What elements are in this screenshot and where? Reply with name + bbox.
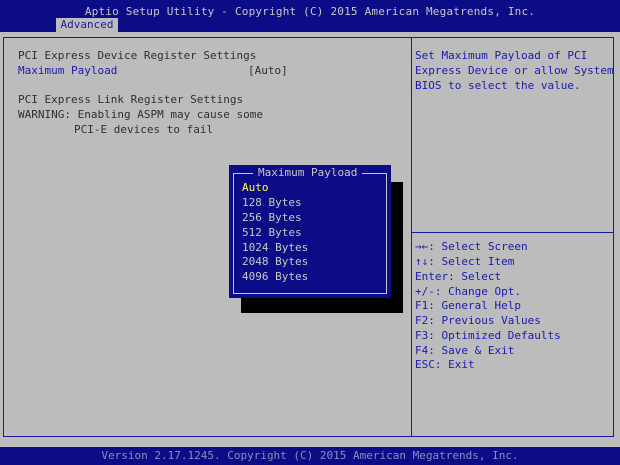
key-optimized-defaults: F3: Optimized Defaults	[415, 329, 561, 342]
option-2048-bytes[interactable]: 2048 Bytes	[242, 255, 308, 268]
option-auto[interactable]: Auto	[242, 181, 269, 194]
panel-divider	[411, 37, 412, 437]
title-bar: Aptio Setup Utility - Copyright (C) 2015…	[0, 0, 620, 32]
key-change-opt: +/-: Change Opt.	[415, 285, 521, 298]
key-select-item: ↑↓: Select Item	[415, 255, 515, 268]
key-esc-exit: ESC: Exit	[415, 358, 475, 371]
key-previous-values: F2: Previous Values	[415, 314, 541, 327]
key-general-help: F1: General Help	[415, 299, 521, 312]
aspm-warning-line-2: PCI-E devices to fail	[74, 123, 214, 136]
option-1024-bytes[interactable]: 1024 Bytes	[242, 241, 308, 254]
key-select-screen: →←: Select Screen	[415, 240, 528, 253]
key-enter-select: Enter: Select	[415, 270, 502, 283]
help-text-line-1: Set Maximum Payload of PCI	[415, 49, 588, 62]
app-title: Aptio Setup Utility - Copyright (C) 2015…	[84, 5, 536, 18]
maximum-payload-label[interactable]: Maximum Payload	[18, 64, 117, 77]
key-save-exit: F4: Save & Exit	[415, 344, 515, 357]
option-128-bytes[interactable]: 128 Bytes	[242, 196, 302, 209]
option-4096-bytes[interactable]: 4096 Bytes	[242, 270, 308, 283]
help-text-line-2: Express Device or allow System	[415, 64, 614, 77]
option-512-bytes[interactable]: 512 Bytes	[242, 226, 302, 239]
maximum-payload-value[interactable]: [Auto]	[248, 64, 288, 77]
help-separator	[412, 232, 614, 233]
popup-title: Maximum Payload	[253, 166, 363, 179]
footer-version: Version 2.17.1245. Copyright (C) 2015 Am…	[0, 447, 620, 465]
option-256-bytes[interactable]: 256 Bytes	[242, 211, 302, 224]
section-title-link-register: PCI Express Link Register Settings	[18, 93, 244, 106]
section-title-device-register: PCI Express Device Register Settings	[18, 49, 257, 62]
aspm-warning-line-1: WARNING: Enabling ASPM may cause some	[18, 108, 264, 121]
tab-advanced[interactable]: Advanced	[56, 18, 118, 32]
help-text-line-3: BIOS to select the value.	[415, 79, 581, 92]
maximum-payload-popup: Maximum Payload Auto 128 Bytes 256 Bytes…	[229, 165, 391, 298]
